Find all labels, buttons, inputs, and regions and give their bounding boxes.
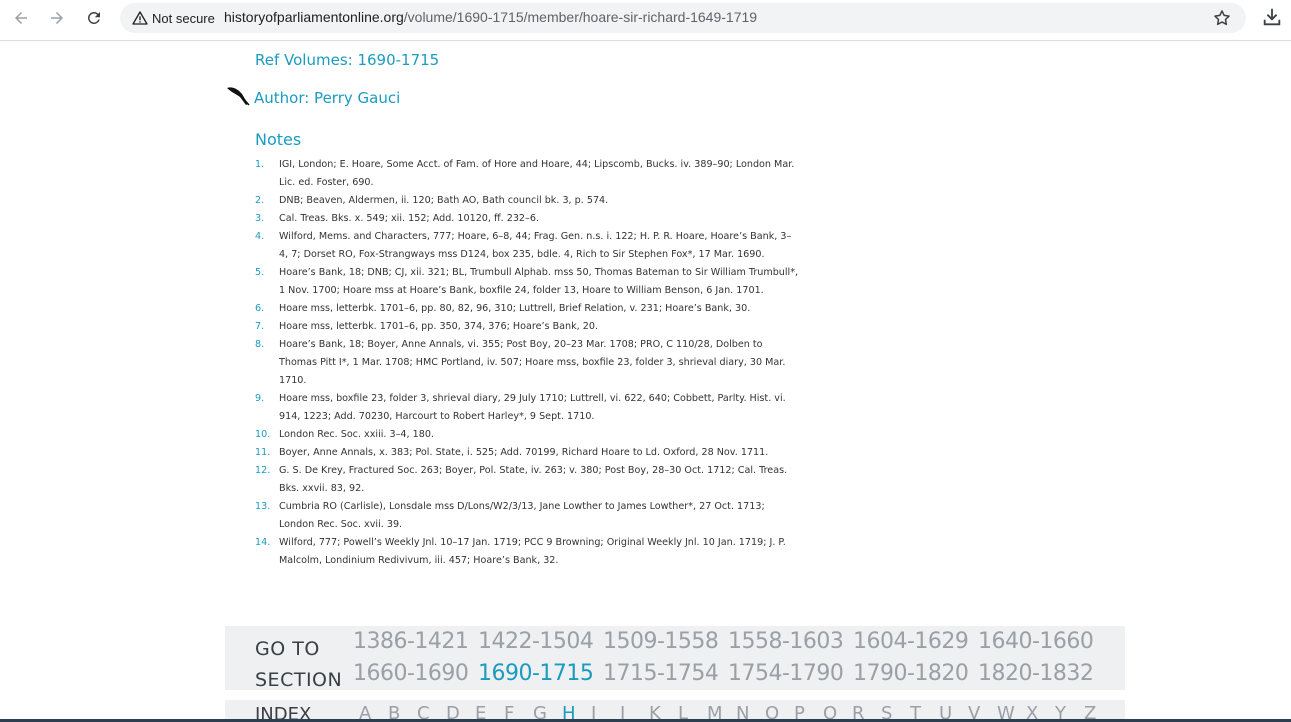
note-text: IGI, London; E. Hoare, Some Acct. of Fam… — [279, 159, 795, 188]
url-path: /volume/1690-1715/member/hoare-sir-richa… — [403, 9, 758, 25]
note-number[interactable]: 5. — [255, 264, 264, 282]
reload-icon — [87, 11, 100, 24]
section-label: SECTION — [255, 669, 343, 691]
note-text: Cal. Treas. Bks. x. 549; xii. 152; Add. … — [279, 213, 539, 224]
period-link[interactable]: 1604-1629 — [853, 626, 978, 658]
back-button[interactable] — [8, 5, 34, 31]
note-item: 7. Hoare mss, letterbk. 1701–6, pp. 350, … — [255, 318, 800, 336]
author-link[interactable]: Author: Perry Gauci — [254, 89, 400, 107]
note-number[interactable]: 6. — [255, 300, 264, 318]
note-number[interactable]: 10. — [255, 426, 270, 444]
note-text: Cumbria RO (Carlisle), Lonsdale mss D/Lo… — [279, 501, 765, 530]
note-item: 4. Wilford, Mems. and Characters, 777; Ho… — [255, 228, 800, 264]
note-number[interactable]: 2. — [255, 192, 264, 210]
go-to-label: GO TO — [255, 638, 320, 660]
ref-volumes-link[interactable]: Ref Volumes: 1690-1715 — [255, 51, 439, 69]
note-text: Hoare mss, letterbk. 1701–6, pp. 80, 82,… — [279, 303, 751, 314]
note-item: 9. Hoare mss, boxfile 23, folder 3, shrie… — [255, 390, 800, 426]
period-link[interactable]: 1386-1421 — [353, 626, 478, 658]
note-text: Hoare mss, boxfile 23, folder 3, shrieva… — [279, 393, 786, 422]
arrow-left-icon — [15, 12, 27, 24]
note-item: 14. Wilford, 777; Powell’s Weekly Jnl. 10… — [255, 534, 800, 570]
note-item: 5. Hoare’s Bank, 18; DNB; CJ, xii. 321; B… — [255, 264, 800, 300]
note-item: 3. Cal. Treas. Bks. x. 549; xii. 152; Add… — [255, 210, 800, 228]
note-number[interactable]: 11. — [255, 444, 270, 462]
security-label: Not secure — [152, 10, 215, 26]
period-link[interactable]: 1660-1690 — [353, 658, 478, 690]
period-link[interactable]: 1558-1603 — [728, 626, 853, 658]
period-link[interactable]: 1422-1504 — [478, 626, 603, 658]
note-number[interactable]: 9. — [255, 390, 264, 408]
browser-toolbar: Not secure historyofparliamentonline.org… — [0, 0, 1291, 41]
note-item: 2. DNB; Beaven, Aldermen, ii. 120; Bath A… — [255, 192, 800, 210]
bookmark-star-icon[interactable] — [1212, 8, 1232, 28]
period-links: 1386-1421 1422-1504 1509-1558 1558-1603 1604… — [353, 626, 1113, 690]
notes-list: 1. IGI, London; E. Hoare, Some Acct. of F… — [255, 156, 800, 570]
period-link[interactable]: 1790-1820 — [853, 658, 978, 690]
url-text[interactable]: historyofparliamentonline.org/volume/169… — [224, 9, 757, 25]
note-text: DNB; Beaven, Aldermen, ii. 120; Bath AO,… — [279, 195, 609, 206]
reload-button[interactable] — [81, 5, 107, 31]
download-icon[interactable] — [1261, 6, 1283, 28]
go-to-section-label: GO TO SECTION — [255, 634, 342, 696]
note-item: 11. Boyer, Anne Annals, x. 383; Pol. Stat… — [255, 444, 800, 462]
address-bar[interactable]: Not secure historyofparliamentonline.org… — [120, 3, 1246, 33]
note-text: G. S. De Krey, Fractured Soc. 263; Boyer… — [279, 465, 788, 494]
note-item: 10. London Rec. Soc. xxiii. 3–4, 180. — [255, 426, 800, 444]
warning-icon — [132, 11, 148, 25]
note-text: Wilford, 777; Powell’s Weekly Jnl. 10–17… — [279, 537, 786, 566]
note-number[interactable]: 13. — [255, 498, 270, 516]
go-to-section-bar: GO TO SECTION 1386-1421 1422-1504 1509-155… — [225, 626, 1125, 691]
forward-button[interactable] — [44, 5, 70, 31]
period-link[interactable]: 1690-1715 — [478, 658, 603, 690]
note-item: 6. Hoare mss, letterbk. 1701–6, pp. 80, 8… — [255, 300, 800, 318]
note-number[interactable]: 14. — [255, 534, 270, 552]
note-text: Hoare’s Bank, 18; Boyer, Anne Annals, vi… — [279, 339, 786, 386]
notes-heading: Notes — [255, 130, 302, 149]
note-text: Hoare mss, letterbk. 1701–6, pp. 350, 37… — [279, 321, 599, 332]
quill-icon — [227, 87, 250, 106]
period-link[interactable]: 1820-1832 — [978, 658, 1103, 690]
note-item: 1. IGI, London; E. Hoare, Some Acct. of F… — [255, 156, 800, 192]
note-number[interactable]: 3. — [255, 210, 264, 228]
period-link[interactable]: 1715-1754 — [603, 658, 728, 690]
period-link[interactable]: 1754-1790 — [728, 658, 853, 690]
url-host: historyofparliamentonline.org — [224, 9, 404, 25]
note-number[interactable]: 7. — [255, 318, 264, 336]
period-link[interactable]: 1640-1660 — [978, 626, 1103, 658]
note-number[interactable]: 4. — [255, 228, 264, 246]
page-content: Ref Volumes: 1690-1715 Author: Perry Gau… — [0, 41, 1291, 722]
note-item: 12. G. S. De Krey, Fractured Soc. 263; Bo… — [255, 462, 800, 498]
security-chip[interactable]: Not secure — [128, 7, 219, 29]
note-item: 8. Hoare’s Bank, 18; Boyer, Anne Annals, … — [255, 336, 800, 390]
period-link[interactable]: 1509-1558 — [603, 626, 728, 658]
note-text: Boyer, Anne Annals, x. 383; Pol. State, … — [279, 447, 769, 458]
note-number[interactable]: 1. — [255, 156, 264, 174]
note-text: Wilford, Mems. and Characters, 777; Hoar… — [279, 231, 792, 260]
arrow-right-icon — [51, 12, 63, 24]
note-number[interactable]: 12. — [255, 462, 270, 480]
note-text: Hoare’s Bank, 18; DNB; CJ, xii. 321; BL,… — [279, 267, 799, 296]
note-item: 13. Cumbria RO (Carlisle), Lonsdale mss D… — [255, 498, 800, 534]
note-text: London Rec. Soc. xxiii. 3–4, 180. — [279, 429, 434, 440]
note-number[interactable]: 8. — [255, 336, 264, 354]
